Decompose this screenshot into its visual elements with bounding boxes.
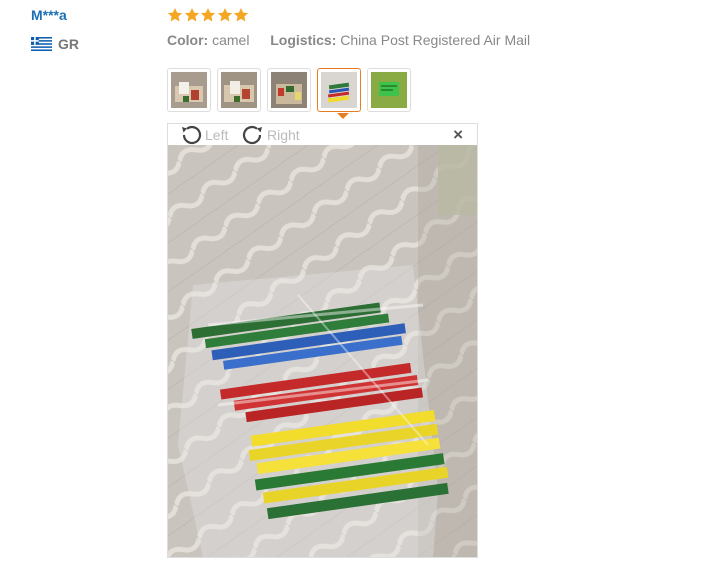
thumbnail-2[interactable] (217, 68, 261, 112)
rotate-left-icon (182, 125, 202, 145)
color-value: camel (212, 32, 250, 48)
thumbnail-image (321, 72, 357, 108)
rotate-right-label: Right (267, 127, 300, 143)
country-code: GR (58, 36, 79, 52)
viewer-toolbar: Left Right × (168, 124, 477, 145)
reviewer-country: GR (31, 36, 79, 52)
thumbnail-image (371, 72, 407, 108)
thumbnail-4[interactable] (317, 68, 361, 112)
star-icon (184, 8, 199, 22)
thumbnail-image (171, 72, 207, 108)
star-icon (167, 8, 183, 22)
image-viewer: Left Right × (167, 123, 478, 558)
rotate-left-button[interactable]: Left (179, 124, 228, 146)
star-icon (233, 8, 249, 22)
reviewer-name[interactable]: M***a (31, 7, 67, 23)
close-icon[interactable]: × (453, 126, 463, 143)
rotate-left-label: Left (205, 127, 229, 143)
thumbnail-image (271, 72, 307, 108)
logistics-label: Logistics: (270, 32, 337, 48)
color-label: Color: (167, 32, 209, 48)
star-icon (200, 8, 216, 22)
thumbnail-3[interactable] (267, 68, 311, 112)
thumbnail-image (221, 72, 257, 108)
review-photo (168, 145, 477, 557)
greece-flag-icon (31, 37, 52, 51)
logistics-value: China Post Registered Air Mail (340, 32, 531, 48)
thumbnail-1[interactable] (167, 68, 211, 112)
thumbnail-5[interactable] (367, 68, 411, 112)
star-icon (217, 8, 232, 22)
rotate-right-button[interactable]: Right (241, 124, 300, 146)
rotate-right-icon (242, 125, 262, 145)
active-thumbnail-pointer (337, 113, 349, 119)
star-rating (167, 7, 250, 23)
review-attributes: Color: camel Logistics: China Post Regis… (167, 32, 530, 48)
review-thumbnails (167, 68, 417, 112)
